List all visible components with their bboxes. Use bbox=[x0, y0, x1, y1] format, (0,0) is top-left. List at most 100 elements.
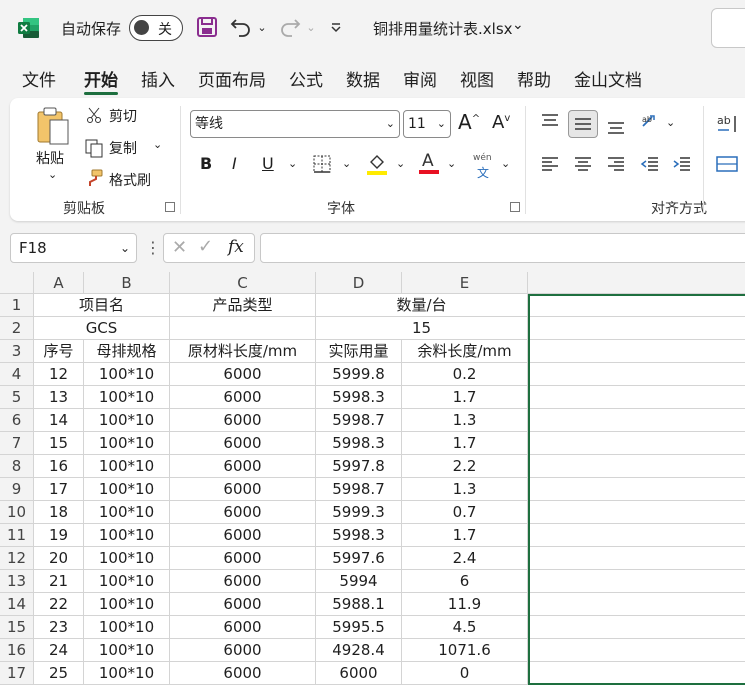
table-cell[interactable]: 6000 bbox=[170, 363, 316, 386]
table-cell[interactable]: 5998.7 bbox=[316, 478, 402, 501]
column-title-cell[interactable]: 母排规格 bbox=[84, 340, 170, 363]
more-options-icon[interactable]: ⋮ bbox=[145, 238, 161, 257]
table-cell[interactable]: 6000 bbox=[170, 432, 316, 455]
table-cell[interactable]: 15 bbox=[34, 432, 84, 455]
table-cell[interactable]: 25 bbox=[34, 662, 84, 685]
align-top-icon[interactable] bbox=[540, 112, 560, 136]
table-cell[interactable]: 100*10 bbox=[84, 547, 170, 570]
autosave-toggle[interactable]: 关 bbox=[129, 15, 183, 41]
redo-icon[interactable] bbox=[277, 14, 303, 40]
tab-help[interactable]: 帮助 bbox=[517, 66, 551, 91]
table-cell[interactable]: 2.4 bbox=[402, 547, 528, 570]
bold-button[interactable]: B bbox=[200, 154, 212, 173]
table-cell[interactable]: 2.2 bbox=[402, 455, 528, 478]
tab-view[interactable]: 视图 bbox=[460, 66, 494, 91]
orientation-dropdown-icon[interactable]: ⌄ bbox=[666, 116, 675, 129]
clipboard-launcher-icon[interactable] bbox=[165, 202, 175, 212]
table-cell[interactable]: 5998.3 bbox=[316, 386, 402, 409]
merge-center-icon[interactable] bbox=[715, 154, 739, 178]
row-header-11[interactable]: 11 bbox=[0, 524, 34, 547]
table-cell[interactable]: 12 bbox=[34, 363, 84, 386]
table-cell[interactable]: 14 bbox=[34, 409, 84, 432]
select-all-corner[interactable] bbox=[0, 272, 34, 294]
table-cell[interactable]: 100*10 bbox=[84, 386, 170, 409]
customize-toolbar-icon[interactable] bbox=[329, 14, 343, 40]
column-header-c[interactable]: C bbox=[170, 272, 316, 294]
formula-input[interactable] bbox=[260, 233, 745, 263]
copy-dropdown-icon[interactable]: ⌄ bbox=[153, 138, 162, 151]
column-header-d[interactable]: D bbox=[316, 272, 402, 294]
table-cell[interactable]: 6000 bbox=[170, 501, 316, 524]
table-cell[interactable]: 16 bbox=[34, 455, 84, 478]
cell-product-type-header[interactable]: 产品类型 bbox=[170, 294, 316, 317]
row-header-4[interactable]: 4 bbox=[0, 363, 34, 386]
table-cell[interactable]: 100*10 bbox=[84, 432, 170, 455]
paste-dropdown-icon[interactable]: ⌄ bbox=[48, 168, 57, 181]
table-cell[interactable]: 6000 bbox=[170, 386, 316, 409]
align-bottom-icon[interactable] bbox=[606, 116, 626, 140]
paste-icon[interactable] bbox=[36, 106, 72, 150]
search-box[interactable] bbox=[711, 8, 745, 48]
cancel-icon[interactable]: ✕ bbox=[172, 237, 187, 258]
table-cell[interactable]: 4928.4 bbox=[316, 639, 402, 662]
table-cell[interactable]: 100*10 bbox=[84, 478, 170, 501]
borders-icon[interactable] bbox=[312, 154, 332, 178]
table-cell[interactable]: 100*10 bbox=[84, 593, 170, 616]
table-cell[interactable]: 5995.5 bbox=[316, 616, 402, 639]
tab-page-layout[interactable]: 页面布局 bbox=[198, 66, 266, 91]
table-cell[interactable]: 5999.8 bbox=[316, 363, 402, 386]
tab-data[interactable]: 数据 bbox=[346, 66, 380, 91]
table-cell[interactable]: 1.3 bbox=[402, 478, 528, 501]
row-header-12[interactable]: 12 bbox=[0, 547, 34, 570]
row-header-6[interactable]: 6 bbox=[0, 409, 34, 432]
row-header-5[interactable]: 5 bbox=[0, 386, 34, 409]
name-box[interactable]: F18 ⌄ bbox=[10, 233, 137, 263]
document-title[interactable]: 铜排用量统计表.xlsx bbox=[373, 18, 513, 39]
cell-project-name[interactable]: GCS bbox=[34, 317, 170, 340]
underline-button[interactable]: U bbox=[262, 154, 274, 173]
phonetic-guide-char[interactable]: 文 bbox=[477, 164, 489, 181]
table-cell[interactable]: 1.7 bbox=[402, 524, 528, 547]
table-cell[interactable]: 6000 bbox=[170, 593, 316, 616]
row-header-2[interactable]: 2 bbox=[0, 317, 34, 340]
tab-file[interactable]: 文件 bbox=[22, 66, 56, 91]
table-cell[interactable]: 100*10 bbox=[84, 570, 170, 593]
table-cell[interactable]: 100*10 bbox=[84, 639, 170, 662]
table-cell[interactable]: 21 bbox=[34, 570, 84, 593]
column-title-cell[interactable]: 余料长度/mm bbox=[402, 340, 528, 363]
table-cell[interactable]: 5994 bbox=[316, 570, 402, 593]
table-cell[interactable]: 22 bbox=[34, 593, 84, 616]
font-launcher-icon[interactable] bbox=[510, 202, 520, 212]
table-cell[interactable]: 6000 bbox=[170, 662, 316, 685]
font-color-icon[interactable]: A bbox=[418, 150, 440, 180]
increase-font-size-icon[interactable]: A^ bbox=[458, 110, 480, 134]
cell-quantity-header[interactable]: 数量/台 bbox=[316, 294, 528, 317]
table-cell[interactable]: 6 bbox=[402, 570, 528, 593]
row-header-9[interactable]: 9 bbox=[0, 478, 34, 501]
tab-insert[interactable]: 插入 bbox=[141, 66, 175, 91]
font-size-select[interactable]: 11 ⌄ bbox=[403, 110, 451, 138]
row-header-15[interactable]: 15 bbox=[0, 616, 34, 639]
column-header-e[interactable]: E bbox=[402, 272, 528, 294]
cell-product-type[interactable] bbox=[170, 317, 316, 340]
table-cell[interactable]: 6000 bbox=[170, 409, 316, 432]
cell-project-name-header[interactable]: 项目名 bbox=[34, 294, 170, 317]
scissors-icon[interactable] bbox=[86, 106, 104, 128]
insert-function-button[interactable]: fx bbox=[228, 237, 244, 257]
table-cell[interactable]: 0.7 bbox=[402, 501, 528, 524]
table-cell[interactable]: 5988.1 bbox=[316, 593, 402, 616]
column-title-cell[interactable]: 原材料长度/mm bbox=[170, 340, 316, 363]
table-cell[interactable]: 5997.6 bbox=[316, 547, 402, 570]
column-title-cell[interactable]: 序号 bbox=[34, 340, 84, 363]
tab-review[interactable]: 审阅 bbox=[403, 66, 437, 91]
table-cell[interactable]: 11.9 bbox=[402, 593, 528, 616]
copy-icon[interactable] bbox=[84, 138, 104, 162]
text-orientation-icon[interactable]: ab bbox=[640, 112, 662, 136]
table-cell[interactable]: 13 bbox=[34, 386, 84, 409]
column-header-a[interactable]: A bbox=[34, 272, 84, 294]
table-cell[interactable]: 5998.3 bbox=[316, 432, 402, 455]
table-cell[interactable]: 100*10 bbox=[84, 616, 170, 639]
fill-color-icon[interactable] bbox=[366, 152, 388, 180]
table-cell[interactable]: 17 bbox=[34, 478, 84, 501]
table-cell[interactable]: 0 bbox=[402, 662, 528, 685]
